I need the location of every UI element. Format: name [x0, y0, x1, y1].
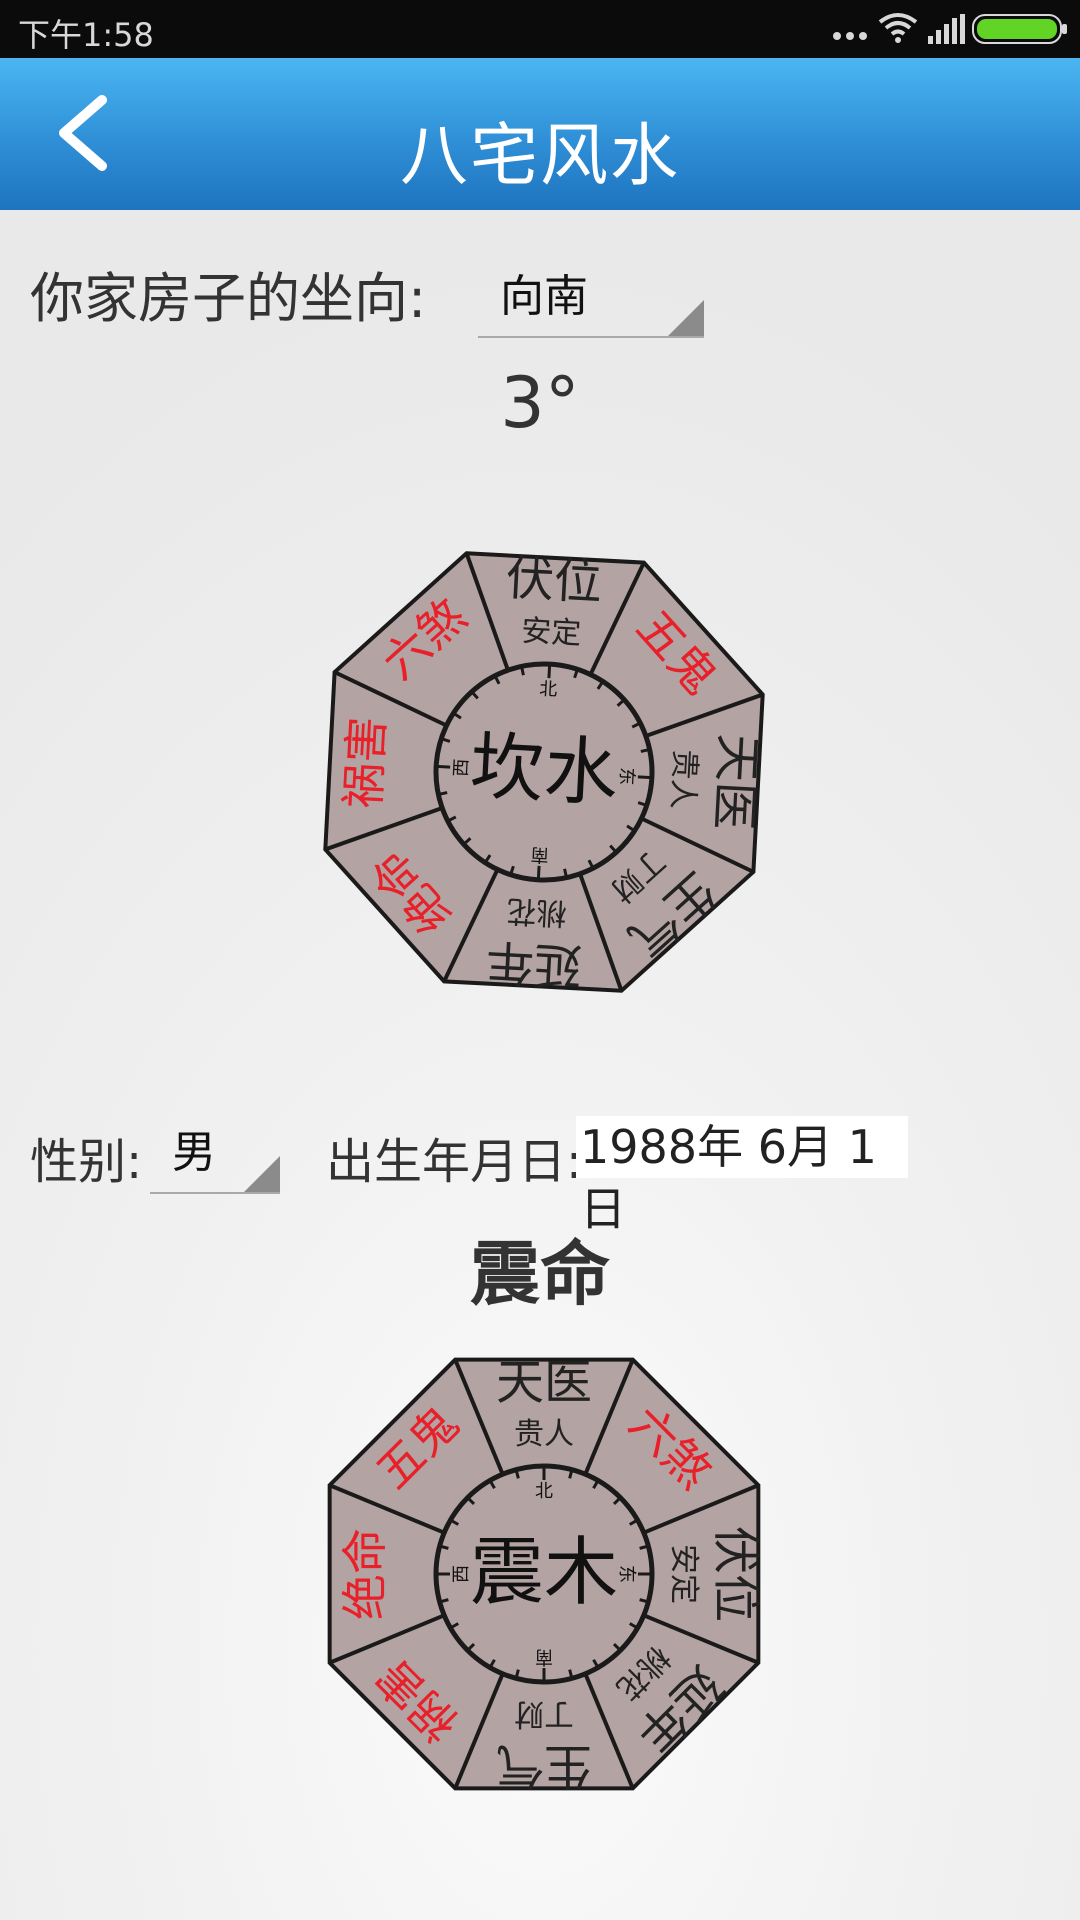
sector-name: 天医	[705, 733, 766, 832]
compass-tick	[536, 865, 541, 880]
sector-name: 祸害	[336, 715, 395, 810]
house-compass: 北东南西坎水伏位安定 五鬼天医贵人生气丁财延年桃花绝命祸害六煞	[323, 550, 766, 994]
compass-tick	[547, 664, 552, 679]
direction-label: 北	[539, 679, 558, 701]
status-time: 下午1:58	[18, 16, 154, 54]
orientation-degree: 3°	[500, 362, 580, 444]
birth-date-field[interactable]: 1988年 6月 1日	[576, 1116, 908, 1236]
wifi-icon	[878, 12, 918, 48]
sector-sub: 安定	[666, 1544, 701, 1604]
gender-spinner[interactable]: 男	[150, 1124, 280, 1194]
sector-name: 伏位	[708, 1526, 764, 1622]
orientation-spinner[interactable]: 向南	[478, 268, 704, 338]
direction-label: 东	[615, 767, 637, 786]
sector-name: 绝命	[338, 1528, 392, 1620]
more-icon	[832, 26, 868, 45]
compass-tick	[637, 775, 652, 780]
page-title: 八宅风水	[399, 117, 680, 196]
compass-tick	[436, 764, 451, 769]
orientation-label: 你家房子的坐向:	[30, 267, 427, 330]
sector-name: 生气	[496, 1738, 592, 1794]
sector-sub: 丁财	[514, 1696, 574, 1731]
direction-label: 东	[616, 1565, 637, 1583]
status-bar: 下午1:58	[0, 0, 1080, 58]
compass-center-label: 震木	[470, 1529, 618, 1615]
sector-sub: 桃花	[506, 892, 568, 930]
sector-sub: 贵人	[664, 748, 702, 810]
person-compass: 北东南西震木天医贵人 六煞伏位安定延年桃花生气丁财祸害绝命五鬼	[327, 1355, 764, 1794]
direction-label: 南	[535, 1646, 553, 1667]
gender-label: 性别:	[30, 1134, 143, 1190]
orientation-value: 向南	[500, 271, 588, 322]
compass-center-label: 坎水	[468, 724, 620, 818]
gender-value: 男	[172, 1127, 216, 1178]
birth-label: 出生年月日:	[326, 1134, 583, 1190]
app-bar: 八宅风水	[0, 58, 1080, 210]
direction-label: 南	[530, 843, 549, 865]
sector-name: 天医	[496, 1355, 592, 1411]
direction-label: 北	[535, 1481, 553, 1502]
sector-sub: 安定	[520, 614, 582, 652]
direction-label: 西	[451, 1565, 472, 1583]
sector-sub: 贵人	[514, 1417, 574, 1452]
sector-name: 延年	[485, 933, 584, 994]
signal-icon	[926, 14, 966, 50]
ming-gua-title: 震命	[470, 1233, 610, 1315]
battery-icon	[972, 14, 1068, 48]
sector-name: 伏位	[505, 550, 604, 611]
dropdown-arrow-icon	[244, 1156, 280, 1192]
dropdown-arrow-icon	[668, 300, 704, 336]
